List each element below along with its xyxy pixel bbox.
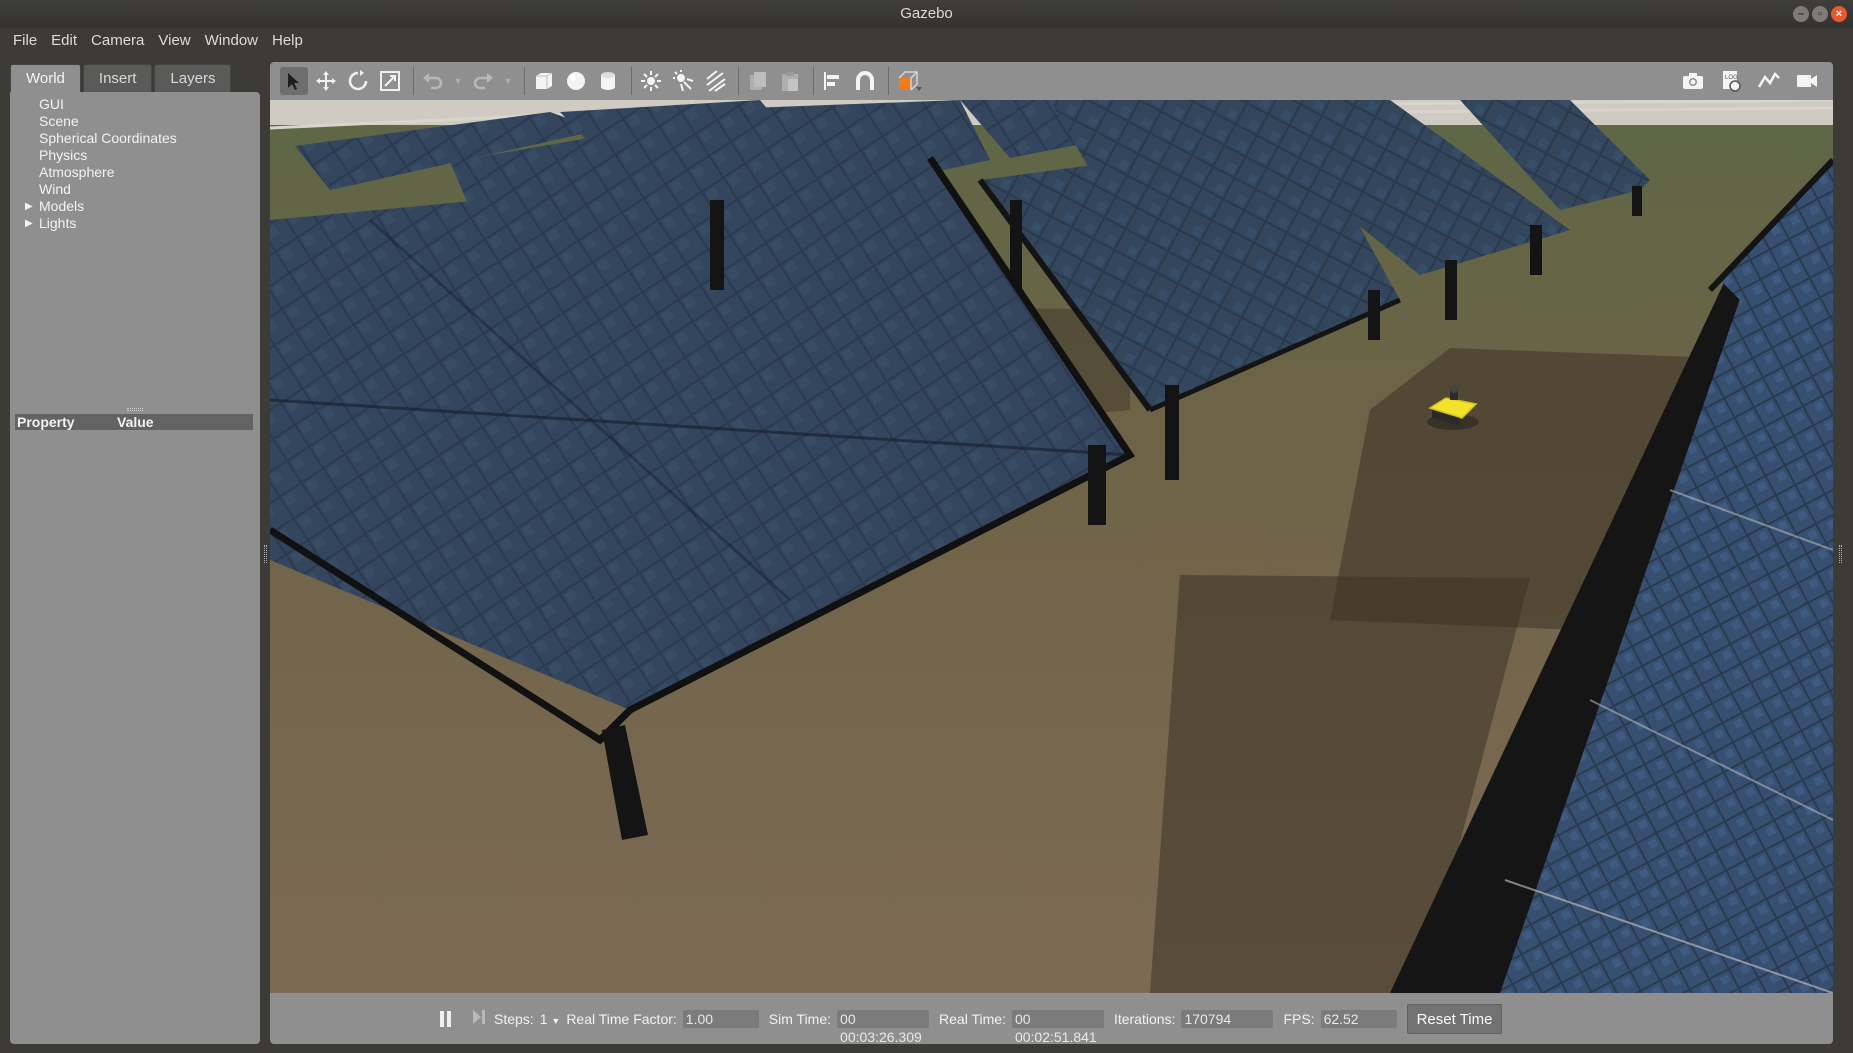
view-angle-icon[interactable] <box>894 67 926 95</box>
menu-bar: File Edit Camera View Window Help <box>0 28 1853 54</box>
sphere-icon[interactable] <box>562 67 590 95</box>
log-icon[interactable]: LOG <box>1717 67 1745 95</box>
window-title: Gazebo <box>900 5 953 22</box>
video-record-icon[interactable] <box>1793 67 1821 95</box>
toolbar-right: LOG <box>1679 67 1825 95</box>
pause-bar <box>447 1010 451 1027</box>
fps-field: 62.52 <box>1320 1009 1397 1028</box>
sim-time-field: 00 00:03:26.309 <box>837 1009 930 1045</box>
tree-item-label: Scene <box>39 113 79 129</box>
tree-item-models[interactable]: ▶ Models <box>16 198 254 215</box>
translate-mode-icon[interactable] <box>312 67 340 95</box>
menu-window[interactable]: Window <box>198 28 265 54</box>
property-column-header: Property <box>17 414 75 430</box>
main-view: ▼ ▼ LOG Steps: 1 ▼ Real Time Factor: 1.0… <box>270 62 1833 1045</box>
pause-bar <box>440 1010 444 1027</box>
tree-item-physics[interactable]: Physics <box>16 147 254 164</box>
world-tree: GUI Scene Spherical Coordinates Physics … <box>16 96 254 232</box>
right-splitter-handle[interactable] <box>1839 545 1842 563</box>
paste-icon[interactable] <box>776 67 804 95</box>
expand-arrow-icon[interactable]: ▶ <box>25 198 33 215</box>
steps-spinbox[interactable]: 1 ▼ <box>540 1011 561 1027</box>
toolbar-separator <box>631 67 632 95</box>
real-time-factor-field: 1.00 <box>682 1009 759 1028</box>
scale-mode-icon[interactable] <box>376 67 404 95</box>
tree-item-label: Physics <box>39 147 88 163</box>
toolbar-separator <box>813 67 814 95</box>
step-icon[interactable] <box>472 1009 486 1028</box>
minimize-button[interactable]: – <box>1793 6 1809 22</box>
tree-item-spherical-coordinates[interactable]: Spherical Coordinates <box>16 130 254 147</box>
real-time-field: 00 00:02:51.841 <box>1011 1009 1104 1045</box>
tree-item-label: Lights <box>39 215 77 231</box>
maximize-button[interactable]: ▫ <box>1812 6 1828 22</box>
left-panel: World Insert Layers GUI Scene Spherical … <box>10 62 260 1044</box>
redo-icon[interactable] <box>469 67 497 95</box>
tree-item-label: Wind <box>39 181 71 197</box>
align-icon[interactable] <box>819 67 847 95</box>
tree-item-label: GUI <box>39 96 64 112</box>
menu-camera[interactable]: Camera <box>84 28 151 54</box>
tree-item-atmosphere[interactable]: Atmosphere <box>16 164 254 181</box>
tree-item-label: Models <box>39 198 85 214</box>
iterations-label: Iterations: <box>1113 1010 1176 1027</box>
chevron-down-icon[interactable]: ▼ <box>551 1016 560 1026</box>
undo-history-dropdown[interactable]: ▼ <box>451 67 465 95</box>
snap-icon[interactable] <box>851 67 879 95</box>
left-tabs: World Insert Layers <box>10 64 233 92</box>
tree-item-label: Spherical Coordinates <box>39 130 177 146</box>
tree-item-scene[interactable]: Scene <box>16 113 254 130</box>
expand-arrow-icon[interactable]: ▶ <box>25 215 33 232</box>
steps-value: 1 <box>539 1010 548 1027</box>
cylinder-icon[interactable] <box>594 67 622 95</box>
plot-icon[interactable] <box>1755 67 1783 95</box>
sim-time-label: Sim Time: <box>768 1010 832 1027</box>
select-mode-icon[interactable] <box>280 67 308 95</box>
window-controls: – ▫ × <box>1793 6 1847 22</box>
menu-view[interactable]: View <box>151 28 197 54</box>
point-light-icon[interactable] <box>637 67 665 95</box>
tree-item-lights[interactable]: ▶ Lights <box>16 215 254 232</box>
directional-light-icon[interactable] <box>701 67 729 95</box>
scene-render <box>270 100 1833 993</box>
box-icon[interactable] <box>530 67 558 95</box>
property-table-header: Property Value <box>15 414 253 430</box>
copy-icon[interactable] <box>744 67 772 95</box>
real-time-label: Real Time: <box>939 1010 1006 1027</box>
toolbar-separator <box>413 67 414 95</box>
iterations-field: 170794 <box>1181 1009 1274 1028</box>
screenshot-icon[interactable] <box>1679 67 1707 95</box>
3d-viewport[interactable] <box>270 100 1833 993</box>
svg-text:LOG: LOG <box>1725 75 1738 81</box>
spot-light-icon[interactable] <box>669 67 697 95</box>
redo-history-dropdown[interactable]: ▼ <box>501 67 515 95</box>
tab-insert[interactable]: Insert <box>82 64 153 92</box>
menu-edit[interactable]: Edit <box>44 28 84 54</box>
toolbar-separator <box>738 67 739 95</box>
tab-world[interactable]: World <box>10 64 81 92</box>
tab-layers[interactable]: Layers <box>154 64 232 92</box>
reset-time-button[interactable]: Reset Time <box>1406 1003 1503 1034</box>
status-bar: Steps: 1 ▼ Real Time Factor: 1.00 Sim Ti… <box>270 993 1833 1045</box>
tree-item-wind[interactable]: Wind <box>16 181 254 198</box>
close-button[interactable]: × <box>1831 6 1847 22</box>
real-time-factor-label: Real Time Factor: <box>566 1010 677 1027</box>
rotate-mode-icon[interactable] <box>344 67 372 95</box>
undo-icon[interactable] <box>419 67 447 95</box>
fps-label: FPS: <box>1283 1010 1315 1027</box>
menu-help[interactable]: Help <box>265 28 310 54</box>
window-title-bar: Gazebo – ▫ × <box>0 0 1853 28</box>
toolbar-separator <box>524 67 525 95</box>
toolbar: ▼ ▼ LOG <box>270 62 1833 100</box>
steps-label: Steps: <box>494 1010 534 1027</box>
world-panel: GUI Scene Spherical Coordinates Physics … <box>10 92 260 1044</box>
panel-splitter-handle[interactable] <box>127 408 143 411</box>
tree-item-gui[interactable]: GUI <box>16 96 254 113</box>
tree-item-label: Atmosphere <box>39 164 115 180</box>
menu-file[interactable]: File <box>6 28 44 54</box>
left-splitter-handle[interactable] <box>264 545 267 563</box>
value-column-header: Value <box>117 414 154 430</box>
pause-icon[interactable] <box>440 1010 454 1027</box>
toolbar-separator <box>888 67 889 95</box>
